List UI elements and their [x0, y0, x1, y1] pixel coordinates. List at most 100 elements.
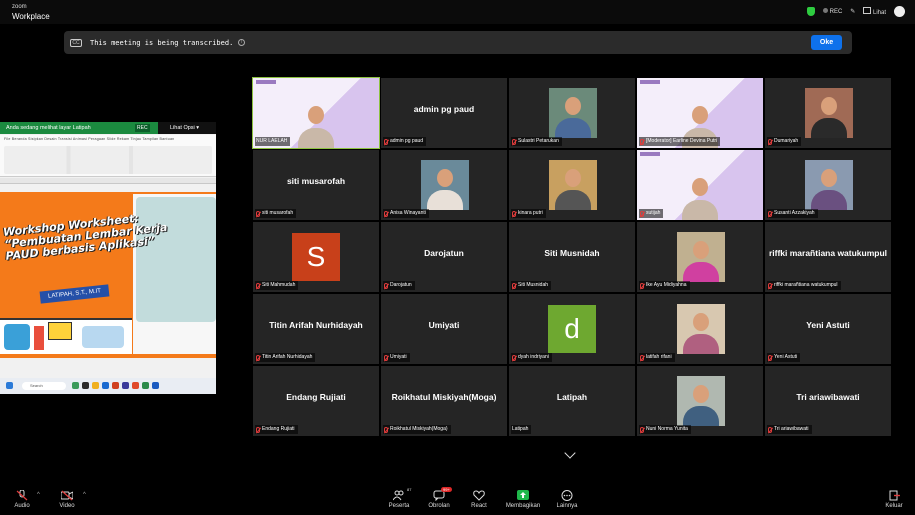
participant-name: Titin Arifah Nurhidayah — [262, 354, 313, 360]
chat-label: Obrolan — [428, 503, 450, 509]
participant-name-label: riffki marañtiana watukumpul — [767, 281, 841, 290]
app-icon[interactable] — [82, 382, 89, 389]
avatar[interactable] — [894, 6, 905, 17]
participant-name-label: Siti Musnidah — [511, 281, 552, 290]
participant-tile[interactable]: Darojatun Darojatun — [381, 222, 507, 292]
participant-display-name: Titin Arifah Nurhidayah — [269, 320, 363, 330]
mic-muted-icon — [16, 489, 28, 501]
participant-tile[interactable]: S Siti Mahmudah — [253, 222, 379, 292]
participant-name: Latipah — [512, 426, 529, 432]
audio-caret-icon[interactable]: ^ — [37, 492, 40, 498]
illustration-worksheet — [48, 322, 72, 340]
app-icon[interactable] — [112, 382, 119, 389]
mic-muted-icon — [512, 138, 516, 145]
participant-tile[interactable]: Endang Rujiati Endang Rujiati — [253, 366, 379, 436]
mic-muted-icon — [256, 210, 260, 217]
brand-line1: zoom — [12, 4, 27, 10]
mic-muted-icon — [768, 138, 772, 145]
participant-name: Darojatun — [390, 282, 412, 288]
participants-button[interactable]: 87 Peserta — [377, 487, 421, 509]
leave-label: Keluar — [885, 503, 903, 509]
heart-icon — [473, 490, 485, 501]
participant-tile[interactable]: Ike Ayu Midiyahna — [637, 222, 763, 292]
participant-tile[interactable]: kinara putri — [509, 150, 635, 220]
audio-label: Audio — [14, 503, 30, 509]
shared-screen[interactable]: Anda sedang melihat layar Latipah REC Li… — [0, 122, 216, 394]
app-icon[interactable] — [102, 382, 109, 389]
leave-button[interactable]: Keluar — [872, 490, 915, 509]
info-icon[interactable]: i — [238, 39, 246, 46]
powerpoint-icon[interactable] — [132, 382, 139, 389]
participant-tile[interactable]: sutijah — [637, 150, 763, 220]
view-button[interactable]: Lihat — [863, 7, 886, 16]
participants-label: Peserta — [388, 503, 410, 509]
mic-muted-icon — [384, 138, 388, 145]
share-screen-button[interactable]: Membagikan — [501, 490, 545, 509]
rec-dot-icon — [822, 8, 828, 13]
participant-tile[interactable]: Umiyati Umiyati — [381, 294, 507, 364]
chat-button[interactable]: 99+ Obrolan — [417, 487, 461, 509]
shield-icon[interactable] — [806, 7, 815, 16]
app-icon[interactable] — [142, 382, 149, 389]
participant-tile[interactable]: riffki marañtiana watukumpul riffki marañ… — [765, 222, 891, 292]
participant-tile[interactable]: Yeni Astuti Yeni Astuti — [765, 294, 891, 364]
participant-tile[interactable]: [Moderator] Earline Devina Putri — [637, 78, 763, 148]
folder-icon[interactable] — [92, 382, 99, 389]
ribbon-commands — [4, 146, 212, 174]
illustration-pencil — [34, 326, 44, 350]
participant-video — [421, 160, 469, 210]
person-head — [308, 106, 324, 124]
participant-tile[interactable]: Roikhatul Miskiyah(Moga) Roikhatul Miskiy… — [381, 366, 507, 436]
person-body — [427, 190, 463, 210]
ok-button[interactable]: Oke — [811, 35, 842, 50]
chevron-down-icon[interactable] — [564, 447, 576, 459]
person-body — [682, 200, 718, 220]
participant-tile[interactable]: Sulastri Petarukan — [509, 78, 635, 148]
logo-strip — [640, 80, 660, 84]
participant-video — [805, 160, 853, 210]
participant-tile[interactable]: admin pg paud admin pg paud — [381, 78, 507, 148]
participant-tile[interactable]: Titin Arifah Nurhidayah Titin Arifah Nurh… — [253, 294, 379, 364]
illustration-book — [4, 324, 30, 350]
more-button[interactable]: Lainnya — [545, 490, 589, 509]
participant-name: siti musarofah — [262, 210, 294, 216]
participant-initial-avatar: d — [548, 305, 596, 353]
mic-muted-icon — [640, 354, 644, 361]
participant-tile[interactable]: Susanti Azzakiyah — [765, 150, 891, 220]
rec-indicator[interactable]: REC — [822, 8, 843, 15]
participant-tile[interactable]: Siti Musnidah Siti Musnidah — [509, 222, 635, 292]
participant-tile[interactable]: Dumariyah — [765, 78, 891, 148]
mic-muted-icon — [768, 282, 772, 289]
taskbar-search[interactable]: Search — [22, 382, 66, 390]
person-body — [555, 190, 591, 210]
participant-display-name: Darojatun — [424, 248, 464, 258]
rec-label: REC — [829, 9, 843, 15]
mic-muted-icon — [640, 138, 644, 145]
participant-tile[interactable]: Nuni Norma Yunita — [637, 366, 763, 436]
react-button[interactable]: React — [457, 490, 501, 509]
participant-tile[interactable]: Latipah Latipah — [509, 366, 635, 436]
zoom-icon[interactable] — [152, 382, 159, 389]
view-options-button[interactable]: Lihat Opsi ▾ — [170, 122, 199, 134]
pin-icon[interactable]: ✎ — [850, 8, 855, 15]
participant-name: Yeni Astuti — [774, 354, 798, 360]
participant-name: Dumariyah — [774, 138, 799, 144]
start-icon[interactable] — [6, 382, 13, 389]
participant-name: dyah indriyani — [518, 354, 549, 360]
participant-tile[interactable]: NUR LAELAH — [252, 77, 380, 149]
participant-tile[interactable]: latifah rifani — [637, 294, 763, 364]
app-icon[interactable] — [72, 382, 79, 389]
top-bar: zoom Workplace REC ✎ Lihat — [0, 0, 915, 24]
participant-tile[interactable]: siti musarofah siti musarofah — [253, 150, 379, 220]
video-caret-icon[interactable]: ^ — [83, 492, 86, 498]
participant-name: NUR LAELAH — [256, 138, 288, 144]
ribbon-tabs: File Beranda Sisipkan Desain Transisi An… — [4, 137, 175, 141]
participant-name: admin pg paud — [390, 138, 424, 144]
participant-tile[interactable]: Anisa Winayanti — [381, 150, 507, 220]
participant-tile[interactable]: Tri ariawibawati Tri ariawibawati — [765, 366, 891, 436]
share-arrow-icon — [517, 490, 529, 501]
participant-display-name: Endang Rujiati — [286, 392, 346, 402]
app-icon[interactable] — [122, 382, 129, 389]
app-logo: zoom Workplace — [12, 3, 50, 21]
participant-tile[interactable]: d dyah indriyani — [509, 294, 635, 364]
